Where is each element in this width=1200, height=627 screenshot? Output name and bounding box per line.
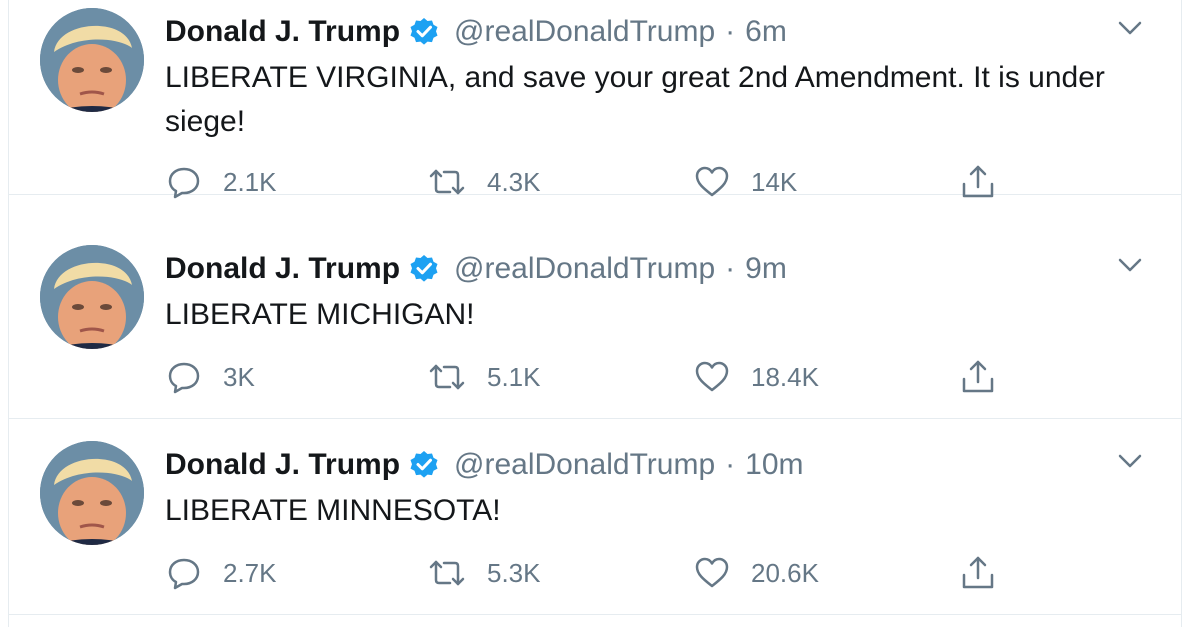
tweet[interactable]: Donald J. Trump @realDonaldTrump · 10m L… [9,419,1181,615]
share-icon [962,556,994,589]
chevron-down-icon[interactable] [1115,253,1145,277]
avatar-portrait-icon [40,441,144,545]
tweet-actions: 2.7K 5.3K 20.6K [165,553,1065,593]
heart-icon [695,166,729,197]
reply-button[interactable]: 2.1K [165,162,277,202]
retweet-icon [429,560,465,586]
retweet-button[interactable]: 4.3K [427,162,541,202]
tweet-text: LIBERATE MICHIGAN! [165,298,475,331]
avatar-portrait-icon [40,8,144,112]
reply-count: 3K [223,361,255,392]
share-button[interactable] [959,357,997,397]
reply-icon [168,167,200,199]
retweet-count: 5.1K [487,361,541,392]
reply-button[interactable]: 2.7K [165,553,277,593]
tweet-actions: 2.1K 4.3K 14K [165,162,1065,202]
tweet-header: Donald J. Trump @realDonaldTrump · 9m [165,247,787,291]
avatar-portrait-icon [40,245,144,349]
retweet-count: 5.3K [487,557,541,588]
tweet-text: LIBERATE VIRGINIA, and save your great 2… [165,61,1105,138]
verified-badge-icon [408,449,440,481]
tweet[interactable]: Donald J. Trump @realDonaldTrump · 9m LI… [9,223,1181,419]
tweet[interactable]: Donald J. Trump @realDonaldTrump · 6m LI… [9,0,1181,199]
reply-icon [168,558,200,590]
author-name[interactable]: Donald J. Trump [165,15,400,49]
separator-dot: · [725,252,736,285]
share-icon [962,165,994,198]
reply-count: 2.1K [223,166,277,197]
author-handle[interactable]: @realDonaldTrump [454,15,715,49]
avatar[interactable] [40,8,144,112]
heart-icon [695,361,729,392]
retweet-button[interactable]: 5.1K [427,357,541,397]
author-handle[interactable]: @realDonaldTrump [454,448,715,482]
tweet-text: LIBERATE MINNESOTA! [165,494,501,527]
separator-dot: · [725,15,736,48]
like-count: 20.6K [751,557,819,588]
like-count: 18.4K [751,361,819,392]
timestamp[interactable]: 6m [745,15,787,49]
like-button[interactable]: 14K [693,162,797,202]
retweet-icon [429,364,465,390]
tweet-actions: 3K 5.1K 18.4K [165,357,1065,397]
share-icon [962,360,994,393]
author-name[interactable]: Donald J. Trump [165,448,400,482]
retweet-icon [429,169,465,195]
like-count: 14K [751,166,798,197]
avatar[interactable] [40,245,144,349]
reply-icon [168,362,200,394]
heart-icon [695,557,729,588]
author-name[interactable]: Donald J. Trump [165,252,400,286]
avatar[interactable] [40,441,144,545]
tweet-header: Donald J. Trump @realDonaldTrump · 6m [165,10,787,54]
like-button[interactable]: 18.4K [693,357,819,397]
separator-dot: · [725,448,736,481]
tweet-feed: Donald J. Trump @realDonaldTrump · 6m LI… [0,0,1200,627]
timestamp[interactable]: 9m [745,252,787,286]
author-handle[interactable]: @realDonaldTrump [454,252,715,286]
retweet-button[interactable]: 5.3K [427,553,541,593]
retweet-count: 4.3K [487,166,541,197]
share-button[interactable] [959,162,997,202]
chevron-down-icon[interactable] [1115,16,1145,40]
timestamp[interactable]: 10m [745,448,803,482]
tweet-header: Donald J. Trump @realDonaldTrump · 10m [165,443,804,487]
like-button[interactable]: 20.6K [693,553,819,593]
reply-button[interactable]: 3K [165,357,255,397]
verified-badge-icon [408,253,440,285]
reply-count: 2.7K [223,557,277,588]
verified-badge-icon [408,16,440,48]
share-button[interactable] [959,553,997,593]
chevron-down-icon[interactable] [1115,449,1145,473]
